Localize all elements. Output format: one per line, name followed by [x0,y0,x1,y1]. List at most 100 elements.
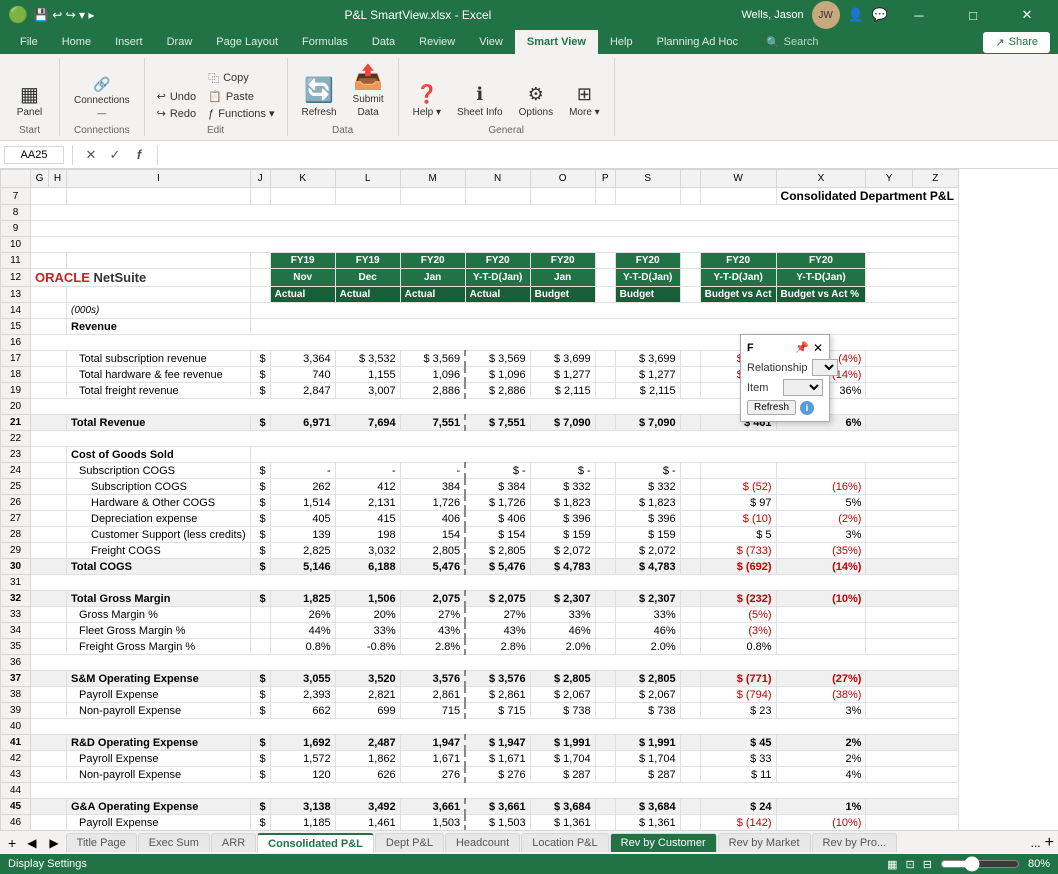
ribbon-group-edit: ↩ Undo ↪ Redo ⿻ Copy 📋 Paste ƒ Functions… [145,58,288,136]
relationship-popup: F 📌 ✕ Relationship Item Refresh i [740,334,830,422]
undo-button[interactable]: ↩ Undo [153,89,201,104]
sheet-tab-title-page[interactable]: Title Page [66,833,137,852]
zoom-level: 80% [1028,858,1050,870]
insert-function-button[interactable]: f [129,145,149,165]
close-button[interactable]: ✕ [1004,0,1050,30]
options-button[interactable]: ⚙ Options [513,81,559,121]
tab-data[interactable]: Data [360,30,407,54]
tab-view[interactable]: View [467,30,515,54]
maximize-button[interactable]: □ [950,0,996,30]
popup-close-icon[interactable]: ✕ [813,341,823,355]
col-j: J [250,170,270,188]
row-40: 40 [1,719,959,735]
confirm-formula-button[interactable]: ✓ [105,145,125,165]
grid-container[interactable]: G H I J K L M N O P S W X Y Z [0,169,1058,830]
more-button[interactable]: ⊞ More ▾ [563,81,606,121]
options-icon: ⚙ [528,84,544,105]
refresh-button[interactable]: 🔄 Refresh [296,73,343,121]
tab-insert[interactable]: Insert [103,30,155,54]
cell-reference[interactable]: AA25 [4,146,64,164]
share-button[interactable]: ↗ Share [983,32,1050,53]
rownum-7: 7 [1,188,31,205]
sheet-tab-rev-by-pro[interactable]: Rev by Pro... [812,833,898,852]
redo-icon: ↪ [157,107,166,120]
minimize-button[interactable]: ─ [896,0,942,30]
panel-button[interactable]: ▦ Panel [11,82,49,121]
col-y: Y [866,170,912,188]
row-15: 15 Revenue [1,319,959,335]
sheet-info-button[interactable]: ℹ Sheet Info [451,81,509,121]
zoom-slider[interactable] [940,856,1020,872]
sheet-tab-headcount[interactable]: Headcount [445,833,520,852]
share-icon: ↗ [995,36,1004,49]
tab-planning-ad-hoc[interactable]: Planning Ad Hoc [645,30,750,54]
row-13: 13 Actual Actual Actual Actual Budget Bu… [1,287,959,303]
display-settings[interactable]: Display Settings [8,858,87,870]
row-32: 32 Total Gross Margin $ 1,825 1,506 2,07… [1,591,959,607]
popup-refresh-button[interactable]: Refresh [747,400,796,415]
cancel-formula-button[interactable]: ✕ [81,145,101,165]
row-42: 42 Payroll Expense $ 1,572 1,862 1,671 $… [1,751,959,767]
add-sheet-end-button[interactable]: + [1045,834,1054,852]
col-w: W [700,170,776,188]
search-icon: 🔍 [766,36,780,49]
more-sheets-button[interactable]: ... [1031,836,1041,850]
sheet-tab-rev-by-market[interactable]: Rev by Market [718,833,811,852]
sheet-tabs: + ◀ ▶ Title Page Exec Sum ARR Consolidat… [0,830,1058,854]
add-sheet-button[interactable]: + [4,833,20,853]
tab-formulas[interactable]: Formulas [290,30,360,54]
col-x: X [776,170,866,188]
tab-file[interactable]: File [8,30,50,54]
tab-smart-view[interactable]: Smart View [515,30,598,54]
view-page-break-icon[interactable]: ⊟ [923,858,932,871]
sheet-tab-consolidated-pl[interactable]: Consolidated P&L [257,833,374,853]
col-h: H [49,170,67,188]
row-30: 30 Total COGS $ 5,146 6,188 5,476 $ 5,47… [1,559,959,575]
row-44: 44 [1,783,959,799]
row-24: 24 Subscription COGS $ - - - $ - $ - $ - [1,463,959,479]
help-button[interactable]: ❓ Help ▾ [407,81,447,121]
relationship-select[interactable] [812,359,838,376]
popup-pin-icon[interactable]: 📌 [795,341,809,355]
view-normal-icon[interactable]: ▦ [887,858,897,871]
scroll-right-button[interactable]: ▶ [43,834,64,852]
tab-help[interactable]: Help [598,30,645,54]
item-select[interactable] [783,379,823,396]
sheet-tab-dept-pl[interactable]: Dept P&L [375,833,444,852]
tab-home[interactable]: Home [50,30,103,54]
relationship-row: Relationship [747,359,823,376]
search-box[interactable]: 🔍 [758,30,912,54]
row-35: 35 Freight Gross Margin % 0.8% -0.8% 2.8… [1,639,959,655]
sheet-tab-location-pl[interactable]: Location P&L [521,833,608,852]
ribbon-group-start: ▦ Panel Start [0,58,60,136]
col-m: M [400,170,465,188]
col-o: O [530,170,595,188]
functions-button[interactable]: ƒ Functions ▾ [204,106,278,121]
sheet-tab-rev-by-customer[interactable]: Rev by Customer [610,833,717,852]
row-38: 38 Payroll Expense $ 2,393 2,821 2,861 $… [1,687,959,703]
tab-review[interactable]: Review [407,30,467,54]
submit-data-button[interactable]: 📤 Submit Data [347,60,390,121]
title-bar-left: 🟢 💾 ↩ ↪ ▾ ▸ [8,5,94,25]
popup-info-icon: i [800,401,814,415]
help-icon: ❓ [416,84,438,105]
row-23: 23 Cost of Goods Sold [1,447,959,463]
row-29: 29 Freight COGS $ 2,825 3,032 2,805 $ 2,… [1,543,959,559]
copy-button[interactable]: ⿻ Copy [204,69,278,87]
redo-button[interactable]: ↪ Redo [153,106,201,121]
tab-draw[interactable]: Draw [155,30,205,54]
scroll-left-button[interactable]: ◀ [21,834,42,852]
window-title: P&L SmartView.xlsx - Excel [94,8,741,22]
connections-group-label: Connections [74,123,130,136]
sheet-tab-exec-sum[interactable]: Exec Sum [138,833,210,852]
search-input[interactable] [784,36,904,48]
sheet-tab-arr[interactable]: ARR [211,833,256,852]
row-28: 28 Customer Support (less credits) $ 139… [1,527,959,543]
formula-input[interactable] [166,147,1054,163]
view-layout-icon[interactable]: ⊡ [906,858,915,871]
paste-button[interactable]: 📋 Paste [204,89,278,104]
connections-button[interactable]: 🔗 Connections — [68,73,136,121]
spreadsheet-area: G H I J K L M N O P S W X Y Z [0,169,1058,830]
row-25: 25 Subscription COGS $ 262 412 384 $ 384… [1,479,959,495]
tab-page-layout[interactable]: Page Layout [204,30,290,54]
